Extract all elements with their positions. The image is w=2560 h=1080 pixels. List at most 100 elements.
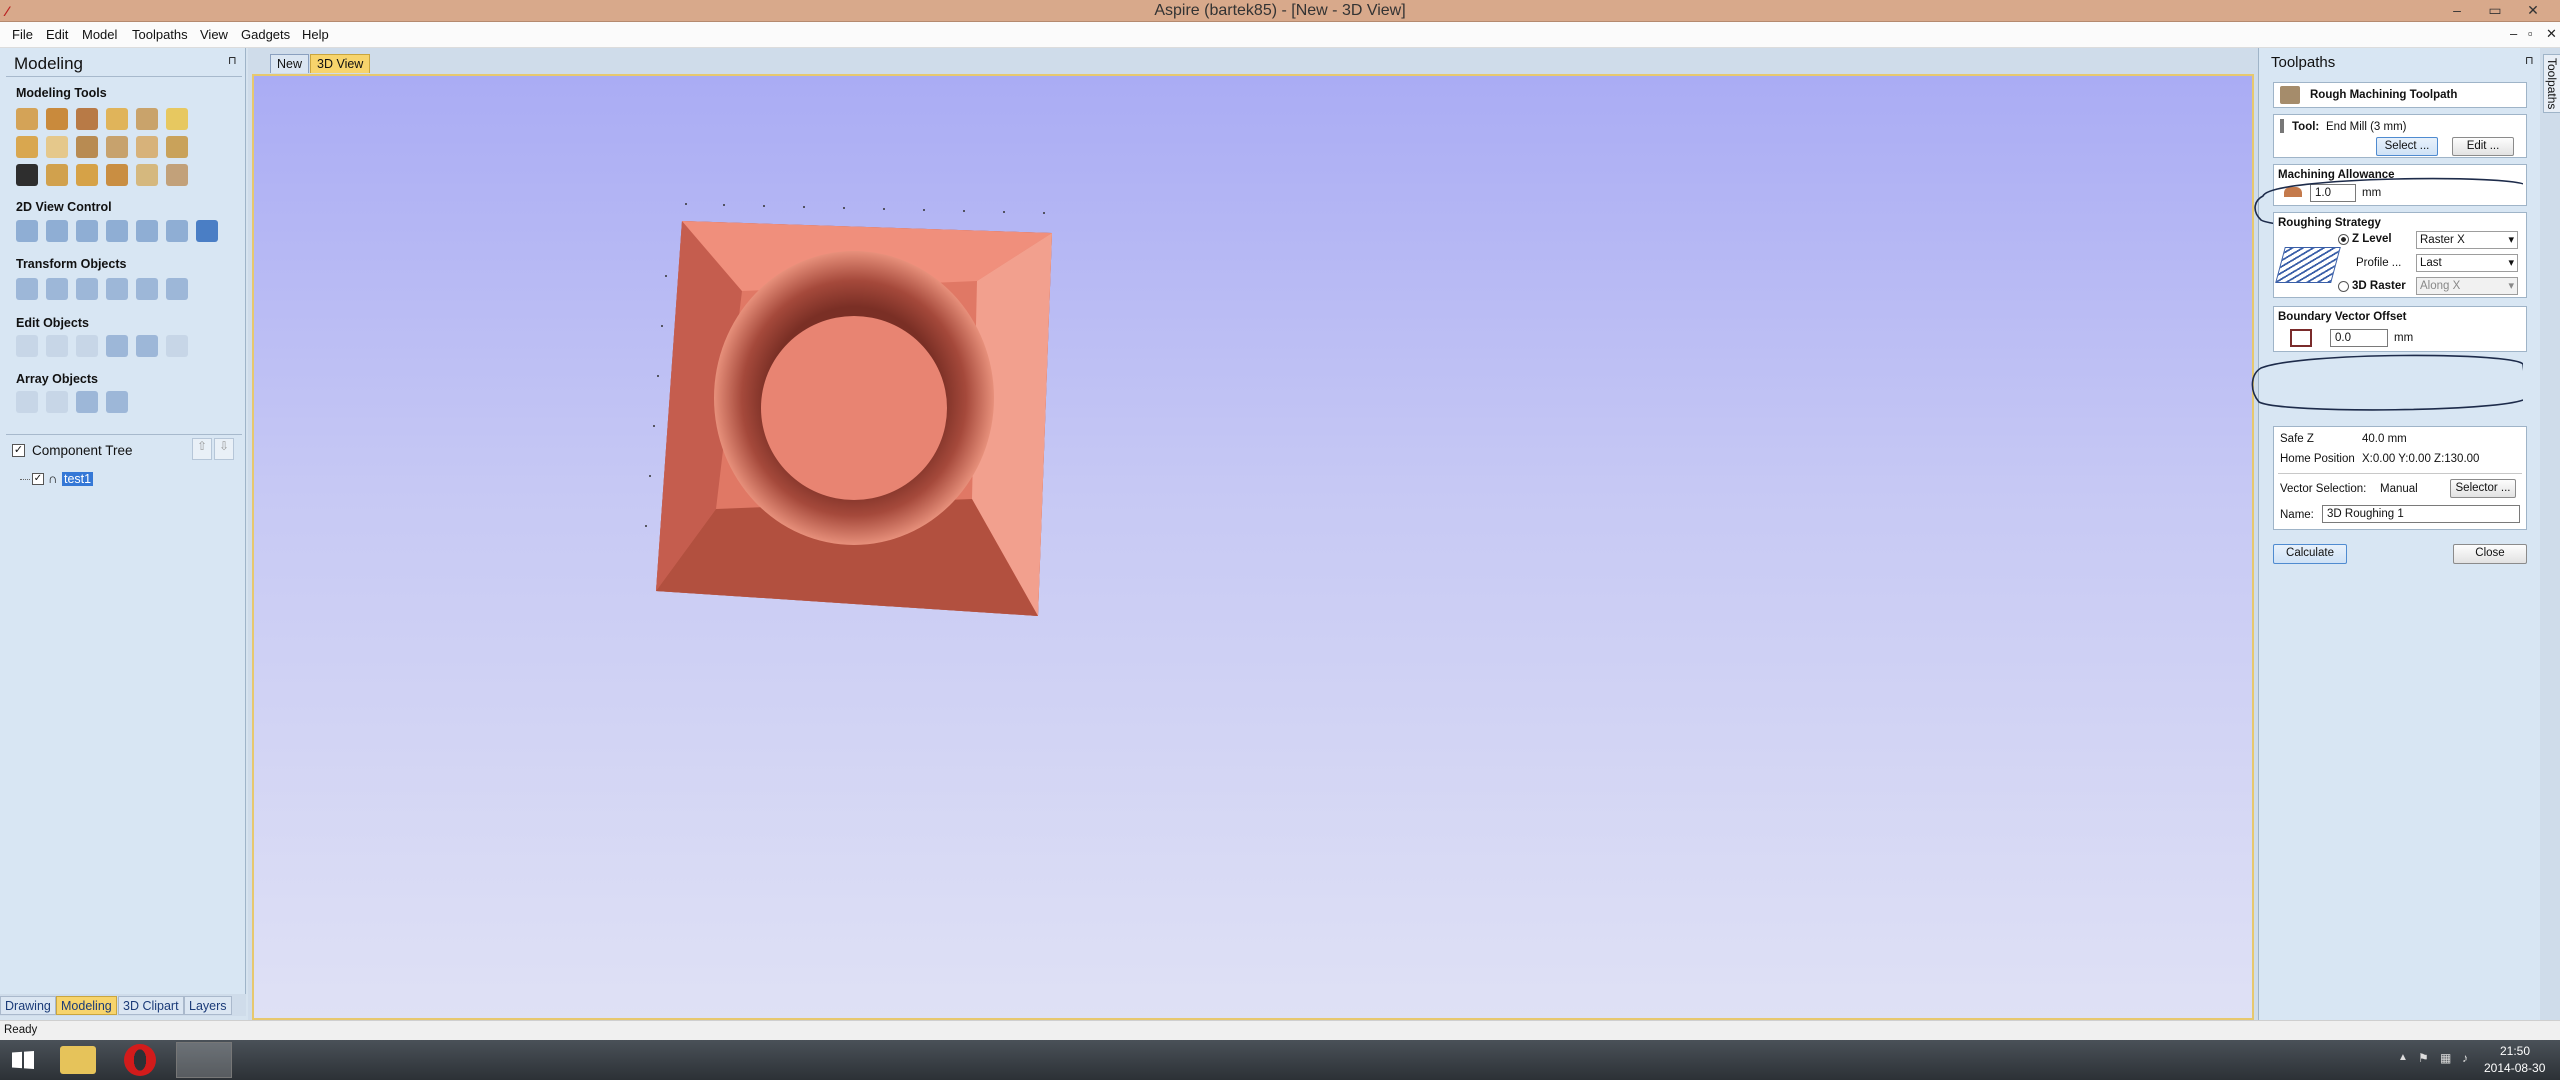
extrude-icon[interactable] (46, 108, 68, 130)
tree-item[interactable]: ✓ ∩ test1 (20, 471, 110, 488)
mound-icon[interactable] (136, 164, 158, 186)
clock-time[interactable]: 21:50 (2500, 1044, 2530, 1058)
move-icon[interactable] (16, 278, 38, 300)
select-icon[interactable] (16, 335, 38, 357)
arrow-icon[interactable] (106, 136, 128, 158)
fade-icon[interactable] (136, 136, 158, 158)
volume-icon[interactable]: ♪ (2462, 1051, 2468, 1065)
bake-icon[interactable] (106, 164, 128, 186)
layer-icon[interactable] (136, 108, 158, 130)
array-copy-icon[interactable] (16, 391, 38, 413)
pin-icon[interactable]: ⊓ (2525, 54, 2534, 67)
clipart-icon[interactable] (166, 108, 188, 130)
section-modeling-tools: Modeling Tools (16, 86, 107, 100)
align-icon[interactable] (136, 278, 158, 300)
distort-icon[interactable] (166, 164, 188, 186)
close-button[interactable]: Close (2453, 544, 2527, 564)
mdi-restore-button[interactable]: ▫ (2528, 26, 2533, 41)
section-view-control: 2D View Control (16, 200, 112, 214)
boundary-title: Boundary Vector Offset (2278, 311, 2407, 323)
maximize-button[interactable]: ▭ (2478, 0, 2512, 20)
tab-3d-view[interactable]: 3D View (310, 54, 371, 73)
measure-icon[interactable] (166, 335, 188, 357)
group-icon[interactable] (106, 335, 128, 357)
settings-group: Safe Z 40.0 mm Home Position X:0.00 Y:0.… (2273, 426, 2527, 530)
view-split-icon[interactable] (166, 220, 188, 242)
tile-icon[interactable] (16, 136, 38, 158)
flatten-icon[interactable] (166, 136, 188, 158)
tab-modeling[interactable]: Modeling (56, 996, 117, 1015)
zlevel-select[interactable]: Raster X (2416, 231, 2518, 249)
mirror-icon[interactable] (106, 278, 128, 300)
dome-icon[interactable] (76, 164, 98, 186)
toolpath-name-input[interactable]: 3D Roughing 1 (2322, 505, 2520, 523)
wrench-icon[interactable] (16, 164, 38, 186)
interactive-icon[interactable] (76, 335, 98, 357)
close-window-button[interactable]: ✕ (2516, 0, 2550, 20)
tab-layers[interactable]: Layers (184, 996, 232, 1015)
rectangle-icon[interactable] (46, 136, 68, 158)
circular-array-icon[interactable] (46, 391, 68, 413)
component-icon: ∩ (48, 471, 58, 486)
merge-icon[interactable] (76, 136, 98, 158)
boundary-input[interactable]: 0.0 (2330, 329, 2388, 347)
raster-select[interactable]: Along X (2416, 277, 2518, 295)
menu-file[interactable]: File (12, 27, 33, 42)
profile-label[interactable]: Profile ... (2356, 257, 2401, 269)
menu-model[interactable]: Model (82, 27, 117, 42)
toolpaths-side-tab[interactable]: Toolpaths (2540, 48, 2560, 1020)
scale-icon[interactable] (46, 278, 68, 300)
nesting-icon[interactable] (106, 391, 128, 413)
menu-toolpaths[interactable]: Toolpaths (132, 27, 188, 42)
tab-3d-clipart[interactable]: 3D Clipart (118, 996, 184, 1015)
menu-edit[interactable]: Edit (46, 27, 68, 42)
node-edit-icon[interactable] (46, 335, 68, 357)
tray-flag-icon[interactable]: ⚑ (2418, 1051, 2429, 1065)
boundary-unit: mm (2394, 332, 2414, 344)
rotate-icon[interactable] (76, 278, 98, 300)
view-layout-icon[interactable] (136, 220, 158, 242)
component-tree-checkbox[interactable]: ✓ (12, 444, 25, 457)
tree-item-checkbox[interactable]: ✓ (32, 473, 44, 485)
aspire-taskbar-icon[interactable] (176, 1042, 232, 1078)
center-icon[interactable] (166, 278, 188, 300)
move-down-button[interactable]: ⇩ (214, 438, 234, 460)
selector-button[interactable]: Selector ... (2450, 479, 2516, 498)
pan-icon[interactable] (16, 220, 38, 242)
pin-icon[interactable]: ⊓ (228, 54, 237, 67)
menu-help[interactable]: Help (302, 27, 329, 42)
zoom-icon[interactable] (46, 220, 68, 242)
zoom-fit-icon[interactable] (106, 220, 128, 242)
zoom-box-icon[interactable] (76, 220, 98, 242)
side-tab-label: Toolpaths (2543, 54, 2560, 114)
clock-date[interactable]: 2014-08-30 (2484, 1061, 2545, 1075)
array-path-icon[interactable] (76, 391, 98, 413)
move-up-button[interactable]: ⇧ (192, 438, 212, 460)
3d-viewport[interactable] (252, 74, 2254, 1020)
ungroup-icon[interactable] (136, 335, 158, 357)
mdi-minimize-button[interactable]: – (2510, 26, 2517, 41)
mdi-close-button[interactable]: ✕ (2546, 26, 2557, 42)
menu-view[interactable]: View (200, 27, 228, 42)
start-button[interactable] (0, 1040, 48, 1080)
profile-select[interactable]: Last (2416, 254, 2518, 272)
tab-new[interactable]: New (270, 54, 310, 73)
sculpt-icon[interactable] (106, 108, 128, 130)
menu-gadgets[interactable]: Gadgets (241, 27, 290, 42)
calculate-button[interactable]: Calculate (2273, 544, 2347, 564)
sweep-icon[interactable] (76, 108, 98, 130)
edit-tool-button[interactable]: Edit ... (2452, 137, 2514, 156)
tray-arrow-icon[interactable]: ▲ (2398, 1052, 2408, 1063)
texture-icon[interactable] (46, 164, 68, 186)
create-shape-icon[interactable] (16, 108, 38, 130)
tab-drawing[interactable]: Drawing (0, 996, 56, 1015)
explorer-taskbar-icon[interactable] (60, 1046, 96, 1074)
opera-taskbar-icon[interactable] (124, 1044, 156, 1076)
zlevel-radio[interactable] (2338, 234, 2349, 245)
raster-radio[interactable] (2338, 281, 2349, 292)
view-info-icon[interactable] (196, 220, 218, 242)
select-tool-button[interactable]: Select ... (2376, 137, 2438, 156)
window-title: Aspire (bartek85) - [New - 3D View] (1154, 2, 1406, 19)
network-icon[interactable]: ▦ (2440, 1051, 2451, 1065)
minimize-button[interactable]: – (2440, 0, 2474, 20)
